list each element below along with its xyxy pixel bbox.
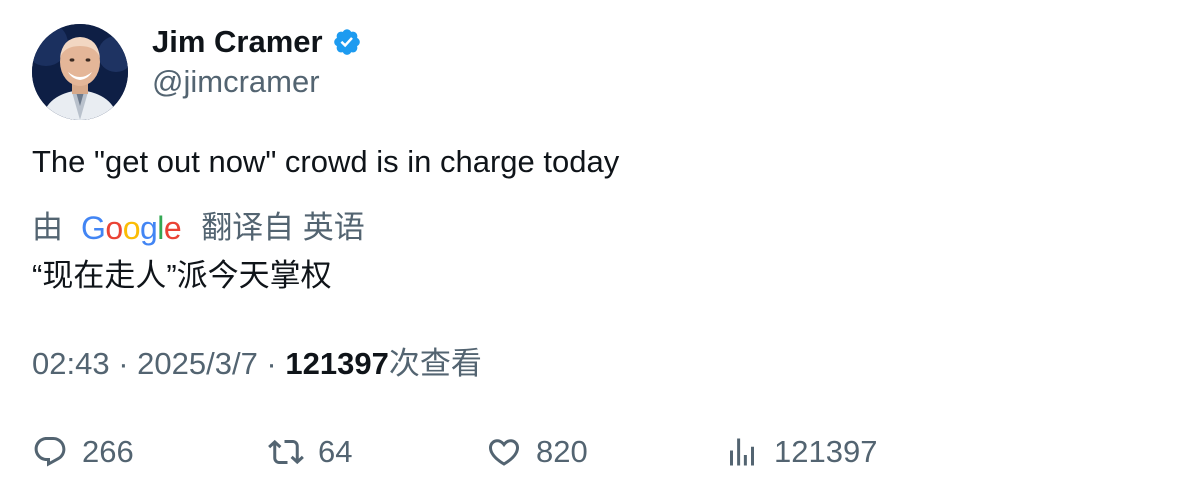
translated-from-label[interactable]: 翻译自 英语 [201, 208, 365, 248]
translated-text: “现在走人”派今天掌权 [32, 258, 332, 293]
views-label: 次查看 [388, 346, 482, 381]
meta-separator-2: · [257, 346, 286, 381]
like-count: 820 [536, 434, 588, 469]
avatar[interactable] [32, 24, 128, 120]
like-button[interactable]: 820 [486, 430, 588, 474]
reply-button[interactable]: 266 [32, 430, 134, 474]
views-count: 121397 [285, 346, 389, 381]
translation-attribution: 由 Google 翻译自 英语 [32, 208, 365, 248]
reply-count: 266 [82, 434, 134, 469]
reply-icon [34, 437, 66, 467]
meta-separator: · [109, 346, 138, 381]
action-bar: 266 64 820 121397 [0, 430, 1196, 474]
tweet-date[interactable]: 2025/3/7 [137, 346, 258, 381]
tweet-time[interactable]: 02:43 [32, 346, 110, 381]
author-name-row: Jim Cramer [152, 22, 362, 62]
retweet-count: 64 [318, 434, 353, 469]
retweet-icon [268, 439, 304, 465]
author-handle[interactable]: @jimcramer [152, 62, 320, 102]
analytics-icon [730, 438, 754, 466]
views-action-count: 121397 [774, 434, 878, 469]
google-logo: Google [81, 210, 182, 246]
verified-badge-icon[interactable] [332, 27, 362, 57]
views-button[interactable]: 121397 [724, 430, 877, 474]
tweet-meta: 02:43 · 2025/3/7 · 121397次查看 [32, 344, 482, 384]
author-display-name[interactable]: Jim Cramer [152, 22, 323, 62]
avatar-photo [32, 24, 128, 120]
retweet-button[interactable]: 64 [268, 430, 352, 474]
heart-icon [488, 439, 520, 466]
translated-by-label: 由 [32, 210, 63, 245]
tweet-text: The "get out now" crowd is in charge tod… [32, 144, 620, 179]
